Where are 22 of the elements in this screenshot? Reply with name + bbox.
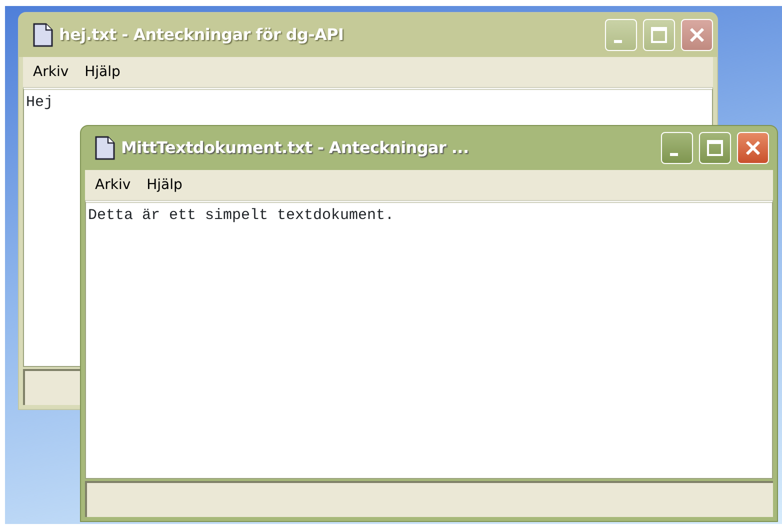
maximize-button[interactable]: [643, 19, 675, 51]
minimize-button[interactable]: [661, 132, 693, 164]
document-icon: [95, 136, 115, 160]
minimize-icon: [614, 40, 622, 42]
maximize-icon: [705, 138, 725, 158]
maximize-icon: [649, 25, 669, 45]
close-icon: [743, 138, 763, 158]
menu-item[interactable]: Hjälp: [146, 174, 182, 196]
close-button[interactable]: [737, 132, 769, 164]
minimize-icon: [670, 152, 678, 156]
minimize-button[interactable]: [605, 19, 637, 51]
maximize-button[interactable]: [699, 132, 731, 164]
menu-item[interactable]: Hjälp: [84, 62, 120, 82]
menu-item[interactable]: Arkiv: [33, 62, 69, 82]
document-text: Hej: [26, 94, 54, 111]
document-text: Detta är ett simpelt textdokument.: [88, 207, 394, 224]
close-icon: [687, 25, 707, 45]
document-icon: [33, 23, 53, 47]
menu-item[interactable]: Arkiv: [95, 174, 131, 196]
window-title: MittTextdokument.txt - Anteckningar ...: [121, 137, 470, 159]
close-button[interactable]: [681, 19, 713, 51]
window-title: hej.txt - Anteckningar för dg-API: [59, 24, 345, 46]
